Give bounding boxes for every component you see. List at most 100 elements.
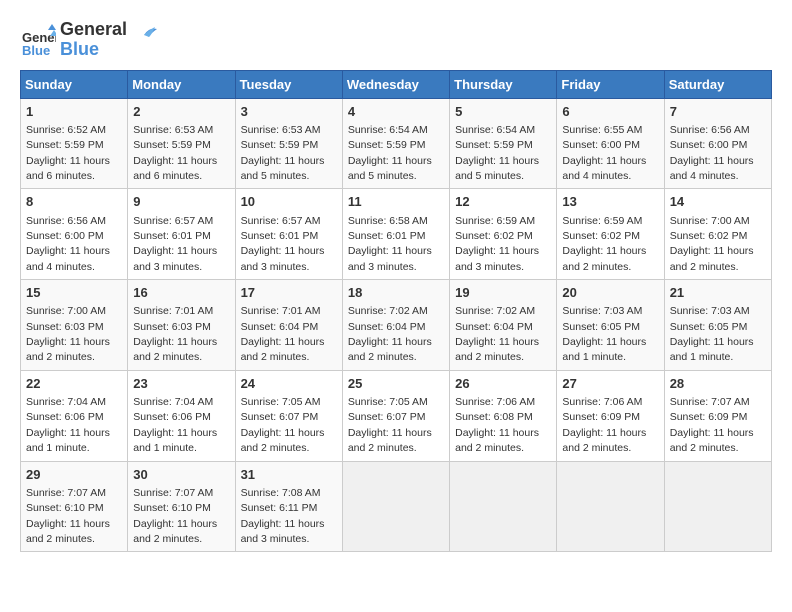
day-info: Sunrise: 6:54 AMSunset: 5:59 PMDaylight:… [348, 124, 432, 182]
day-number: 3 [241, 103, 337, 121]
day-info: Sunrise: 7:06 AMSunset: 6:09 PMDaylight:… [562, 396, 646, 454]
day-number: 24 [241, 375, 337, 393]
day-info: Sunrise: 6:56 AMSunset: 6:00 PMDaylight:… [670, 124, 754, 182]
day-number: 12 [455, 193, 551, 211]
calendar-day-cell [342, 461, 449, 552]
calendar-day-cell: 10 Sunrise: 6:57 AMSunset: 6:01 PMDayligh… [235, 189, 342, 280]
day-number: 4 [348, 103, 444, 121]
logo-blue: Blue [60, 40, 127, 60]
calendar-day-cell: 17 Sunrise: 7:01 AMSunset: 6:04 PMDayligh… [235, 280, 342, 371]
calendar-week-row: 1 Sunrise: 6:52 AMSunset: 5:59 PMDaylight… [21, 98, 772, 189]
svg-text:Blue: Blue [22, 43, 50, 58]
calendar-day-cell: 8 Sunrise: 6:56 AMSunset: 6:00 PMDaylight… [21, 189, 128, 280]
calendar-day-cell: 5Sunrise: 6:54 AMSunset: 5:59 PMDaylight… [450, 98, 557, 189]
calendar-day-cell: 19 Sunrise: 7:02 AMSunset: 6:04 PMDayligh… [450, 280, 557, 371]
day-number: 27 [562, 375, 658, 393]
day-info: Sunrise: 7:05 AMSunset: 6:07 PMDaylight:… [241, 396, 325, 454]
day-info: Sunrise: 7:02 AMSunset: 6:04 PMDaylight:… [455, 305, 539, 363]
day-number: 8 [26, 193, 122, 211]
day-number: 10 [241, 193, 337, 211]
day-info: Sunrise: 6:56 AMSunset: 6:00 PMDaylight:… [26, 215, 110, 273]
calendar-day-cell: 21 Sunrise: 7:03 AMSunset: 6:05 PMDayligh… [664, 280, 771, 371]
day-number: 1 [26, 103, 122, 121]
weekday-header-monday: Monday [128, 70, 235, 98]
calendar-day-cell: 16 Sunrise: 7:01 AMSunset: 6:03 PMDayligh… [128, 280, 235, 371]
weekday-header-sunday: Sunday [21, 70, 128, 98]
day-number: 19 [455, 284, 551, 302]
day-number: 22 [26, 375, 122, 393]
weekday-header-tuesday: Tuesday [235, 70, 342, 98]
day-info: Sunrise: 6:58 AMSunset: 6:01 PMDaylight:… [348, 215, 432, 273]
day-info: Sunrise: 7:07 AMSunset: 6:10 PMDaylight:… [26, 487, 110, 545]
day-info: Sunrise: 6:55 AMSunset: 6:00 PMDaylight:… [562, 124, 646, 182]
day-number: 2 [133, 103, 229, 121]
day-number: 17 [241, 284, 337, 302]
weekday-header-wednesday: Wednesday [342, 70, 449, 98]
day-number: 9 [133, 193, 229, 211]
calendar-table: SundayMondayTuesdayWednesdayThursdayFrid… [20, 70, 772, 553]
day-info: Sunrise: 7:05 AMSunset: 6:07 PMDaylight:… [348, 396, 432, 454]
day-info: Sunrise: 7:01 AMSunset: 6:04 PMDaylight:… [241, 305, 325, 363]
weekday-header-thursday: Thursday [450, 70, 557, 98]
weekday-header-row: SundayMondayTuesdayWednesdayThursdayFrid… [21, 70, 772, 98]
calendar-day-cell: 1 Sunrise: 6:52 AMSunset: 5:59 PMDaylight… [21, 98, 128, 189]
day-info: Sunrise: 7:01 AMSunset: 6:03 PMDaylight:… [133, 305, 217, 363]
calendar-day-cell: 18Sunrise: 7:02 AMSunset: 6:04 PMDayligh… [342, 280, 449, 371]
calendar-week-row: 22 Sunrise: 7:04 AMSunset: 6:06 PMDayligh… [21, 370, 772, 461]
day-info: Sunrise: 7:07 AMSunset: 6:10 PMDaylight:… [133, 487, 217, 545]
day-info: Sunrise: 6:52 AMSunset: 5:59 PMDaylight:… [26, 124, 110, 182]
calendar-day-cell: 2 Sunrise: 6:53 AMSunset: 5:59 PMDaylight… [128, 98, 235, 189]
calendar-week-row: 15 Sunrise: 7:00 AMSunset: 6:03 PMDayligh… [21, 280, 772, 371]
day-info: Sunrise: 7:03 AMSunset: 6:05 PMDaylight:… [670, 305, 754, 363]
day-number: 25 [348, 375, 444, 393]
calendar-day-cell: 13 Sunrise: 6:59 AMSunset: 6:02 PMDayligh… [557, 189, 664, 280]
calendar-day-cell [664, 461, 771, 552]
calendar-day-cell: 15 Sunrise: 7:00 AMSunset: 6:03 PMDayligh… [21, 280, 128, 371]
calendar-day-cell: 12Sunrise: 6:59 AMSunset: 6:02 PMDayligh… [450, 189, 557, 280]
day-info: Sunrise: 7:06 AMSunset: 6:08 PMDaylight:… [455, 396, 539, 454]
day-number: 21 [670, 284, 766, 302]
day-info: Sunrise: 7:07 AMSunset: 6:09 PMDaylight:… [670, 396, 754, 454]
day-number: 16 [133, 284, 229, 302]
logo-general: General [60, 20, 127, 40]
logo-bird-icon [129, 20, 159, 50]
day-info: Sunrise: 6:57 AMSunset: 6:01 PMDaylight:… [133, 215, 217, 273]
calendar-day-cell [557, 461, 664, 552]
day-number: 5 [455, 103, 551, 121]
day-number: 14 [670, 193, 766, 211]
calendar-week-row: 29Sunrise: 7:07 AMSunset: 6:10 PMDayligh… [21, 461, 772, 552]
day-number: 15 [26, 284, 122, 302]
day-info: Sunrise: 7:04 AMSunset: 6:06 PMDaylight:… [133, 396, 217, 454]
calendar-day-cell: 29Sunrise: 7:07 AMSunset: 6:10 PMDayligh… [21, 461, 128, 552]
day-info: Sunrise: 6:53 AMSunset: 5:59 PMDaylight:… [133, 124, 217, 182]
calendar-day-cell: 9 Sunrise: 6:57 AMSunset: 6:01 PMDaylight… [128, 189, 235, 280]
day-info: Sunrise: 7:00 AMSunset: 6:03 PMDaylight:… [26, 305, 110, 363]
day-info: Sunrise: 7:08 AMSunset: 6:11 PMDaylight:… [241, 487, 325, 545]
calendar-week-row: 8 Sunrise: 6:56 AMSunset: 6:00 PMDaylight… [21, 189, 772, 280]
calendar-day-cell: 22Sunrise: 7:04 AMSunset: 6:06 PMDayligh… [21, 370, 128, 461]
calendar-day-cell: 6Sunrise: 6:55 AMSunset: 6:00 PMDaylight… [557, 98, 664, 189]
day-info: Sunrise: 6:57 AMSunset: 6:01 PMDaylight:… [241, 215, 325, 273]
calendar-day-cell: 28Sunrise: 7:07 AMSunset: 6:09 PMDayligh… [664, 370, 771, 461]
day-info: Sunrise: 6:53 AMSunset: 5:59 PMDaylight:… [241, 124, 325, 182]
weekday-header-saturday: Saturday [664, 70, 771, 98]
day-info: Sunrise: 7:03 AMSunset: 6:05 PMDaylight:… [562, 305, 646, 363]
day-number: 31 [241, 466, 337, 484]
calendar-day-cell: 4 Sunrise: 6:54 AMSunset: 5:59 PMDaylight… [342, 98, 449, 189]
day-number: 13 [562, 193, 658, 211]
calendar-day-cell: 11 Sunrise: 6:58 AMSunset: 6:01 PMDayligh… [342, 189, 449, 280]
calendar-day-cell: 25 Sunrise: 7:05 AMSunset: 6:07 PMDayligh… [342, 370, 449, 461]
calendar-day-cell: 3 Sunrise: 6:53 AMSunset: 5:59 PMDaylight… [235, 98, 342, 189]
logo: General Blue General Blue [20, 20, 159, 60]
calendar-day-cell: 27 Sunrise: 7:06 AMSunset: 6:09 PMDayligh… [557, 370, 664, 461]
calendar-day-cell: 23 Sunrise: 7:04 AMSunset: 6:06 PMDayligh… [128, 370, 235, 461]
day-number: 23 [133, 375, 229, 393]
calendar-day-cell: 24 Sunrise: 7:05 AMSunset: 6:07 PMDayligh… [235, 370, 342, 461]
day-number: 26 [455, 375, 551, 393]
weekday-header-friday: Friday [557, 70, 664, 98]
calendar-day-cell [450, 461, 557, 552]
calendar-day-cell: 26 Sunrise: 7:06 AMSunset: 6:08 PMDayligh… [450, 370, 557, 461]
day-number: 18 [348, 284, 444, 302]
day-number: 11 [348, 193, 444, 211]
day-info: Sunrise: 6:59 AMSunset: 6:02 PMDaylight:… [562, 215, 646, 273]
